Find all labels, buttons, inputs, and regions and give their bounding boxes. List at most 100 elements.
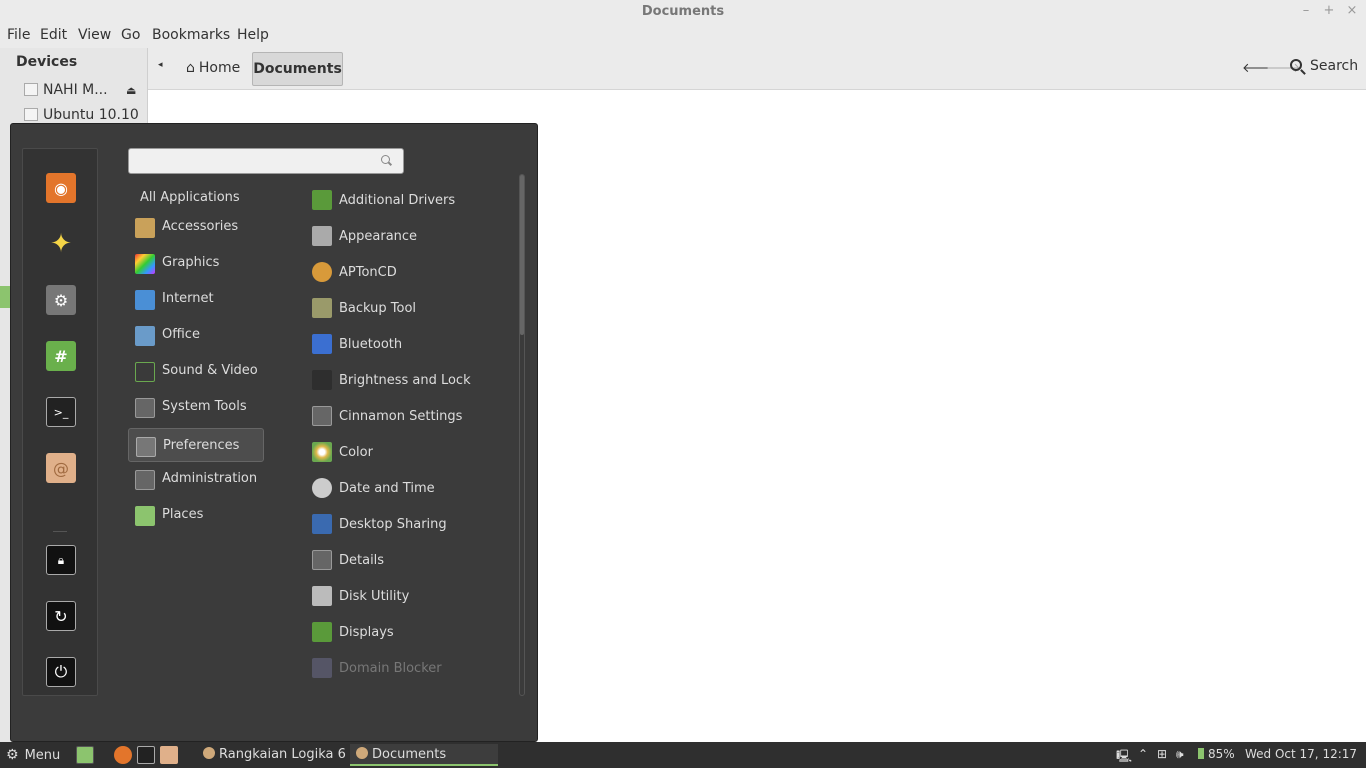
category-system-tools[interactable]: System Tools xyxy=(128,390,264,424)
sidebar-item-device-2[interactable]: Ubuntu 10.10 xyxy=(24,107,139,123)
drive-icon xyxy=(24,108,38,121)
volume-icon[interactable]: 🕪 xyxy=(1176,747,1184,762)
menu-view[interactable]: View xyxy=(78,27,111,43)
app-color[interactable]: Color xyxy=(310,439,510,467)
minimize-button[interactable]: – xyxy=(1298,3,1314,19)
window-title: Documents xyxy=(641,4,725,19)
system-tools-icon xyxy=(135,398,155,418)
menu-button-label: Menu xyxy=(24,748,61,763)
app-disk-utility[interactable]: Disk Utility xyxy=(310,583,510,611)
scrollbar-thumb[interactable] xyxy=(520,175,524,335)
workspace-icon[interactable]: 🖳 xyxy=(1116,747,1132,768)
appearance-icon xyxy=(312,226,332,246)
category-internet[interactable]: Internet xyxy=(128,282,264,316)
system-settings-icon[interactable]: ⚙ xyxy=(46,285,76,315)
app-cinnamon-settings[interactable]: Cinnamon Settings xyxy=(310,403,510,431)
breadcrumb-documents[interactable]: Documents xyxy=(252,52,343,86)
show-desktop-icon[interactable] xyxy=(76,746,94,764)
network-icon[interactable]: ⊞ xyxy=(1157,747,1167,761)
drivers-icon xyxy=(312,190,332,210)
sidebar-section-devices: Devices xyxy=(16,54,78,70)
accessories-icon xyxy=(135,218,155,238)
menu-search-input[interactable] xyxy=(135,152,365,170)
app-details[interactable]: Details xyxy=(310,547,510,575)
app-appearance[interactable]: Appearance xyxy=(310,223,510,251)
color-icon xyxy=(312,442,332,462)
menubar: File Edit View Go Bookmarks Help xyxy=(0,24,1366,48)
category-graphics[interactable]: Graphics xyxy=(128,246,264,280)
task-label: Documents xyxy=(372,747,447,762)
category-all-applications[interactable]: All Applications xyxy=(140,190,240,205)
chevron-up-icon[interactable]: ⌃ xyxy=(1138,747,1148,761)
breadcrumb-back-arrow-icon[interactable]: ◂ xyxy=(158,60,163,70)
app-label: Domain Blocker xyxy=(339,661,442,676)
eject-icon[interactable]: ⏏ xyxy=(126,84,136,97)
firefox-icon[interactable]: ◉ xyxy=(46,173,76,203)
category-label: Administration xyxy=(162,471,258,486)
shell-icon[interactable]: @ xyxy=(46,453,76,483)
category-accessories[interactable]: Accessories xyxy=(128,210,264,244)
app-label: Color xyxy=(339,445,373,460)
close-button[interactable]: × xyxy=(1344,3,1360,19)
menu-edit[interactable]: Edit xyxy=(40,27,67,43)
power-icon[interactable]: ⏻ xyxy=(46,657,76,687)
category-administration[interactable]: Administration xyxy=(128,462,264,496)
app-label: APTonCD xyxy=(339,265,397,280)
window-titlebar: Documents – + × xyxy=(0,0,1366,24)
search-button[interactable]: Search xyxy=(1290,58,1358,74)
chat-icon[interactable]: # xyxy=(46,341,76,371)
category-label: Accessories xyxy=(162,219,239,234)
menu-bookmarks[interactable]: Bookmarks xyxy=(152,27,230,43)
category-label: Internet xyxy=(162,291,214,306)
app-label: Appearance xyxy=(339,229,418,244)
category-preferences[interactable]: Preferences xyxy=(128,428,264,462)
category-label: Office xyxy=(162,327,200,342)
app-label: Cinnamon Settings xyxy=(339,409,463,424)
bluetooth-icon xyxy=(312,334,332,354)
app-desktop-sharing[interactable]: Desktop Sharing xyxy=(310,511,510,539)
terminal-icon[interactable] xyxy=(137,746,155,764)
menu-file[interactable]: File xyxy=(7,27,30,43)
app-date-time[interactable]: Date and Time xyxy=(310,475,510,503)
app-brightness-lock[interactable]: Brightness and Lock xyxy=(310,367,510,395)
search-icon xyxy=(381,155,390,164)
backup-icon xyxy=(312,298,332,318)
menu-go[interactable]: Go xyxy=(121,27,140,43)
category-office[interactable]: Office xyxy=(128,318,264,352)
cinnamon-settings-icon xyxy=(312,406,332,426)
terminal-icon[interactable]: >_ xyxy=(46,397,76,427)
app-domain-blocker[interactable]: Domain Blocker xyxy=(310,655,510,683)
star-icon[interactable]: ✦ xyxy=(46,229,76,259)
sidebar-item-device-1[interactable]: NAHI M... xyxy=(24,82,108,98)
app-bluetooth[interactable]: Bluetooth xyxy=(310,331,510,359)
app-aptoncd[interactable]: APTonCD xyxy=(310,259,510,287)
menu-help[interactable]: Help xyxy=(237,27,269,43)
category-sound-video[interactable]: Sound & Video xyxy=(128,354,264,388)
category-places[interactable]: Places xyxy=(128,498,264,532)
breadcrumb-home-label: Home xyxy=(198,60,241,76)
display-icon xyxy=(312,622,332,642)
lock-icon[interactable]: 🔒︎ xyxy=(46,545,76,575)
app-backup-tool[interactable]: Backup Tool xyxy=(310,295,510,323)
disk-icon xyxy=(312,586,332,606)
gear-icon: ⚙ xyxy=(6,747,19,763)
task-documents[interactable]: Documents xyxy=(350,744,498,766)
internet-icon xyxy=(135,290,155,310)
favorites-panel: ◉ ✦ ⚙ # >_ @ 🔒︎ ↻ ⏻ xyxy=(22,148,98,696)
logout-icon[interactable]: ↻ xyxy=(46,601,76,631)
shell-icon[interactable] xyxy=(160,746,178,764)
firefox-icon[interactable] xyxy=(114,746,132,764)
drive-icon xyxy=(24,83,38,96)
breadcrumb-home[interactable]: ⌂ Home xyxy=(182,52,244,86)
app-list-scrollbar[interactable] xyxy=(519,174,525,696)
maximize-button[interactable]: + xyxy=(1321,3,1337,19)
app-additional-drivers[interactable]: Additional Drivers xyxy=(310,187,510,215)
app-displays[interactable]: Displays xyxy=(310,619,510,647)
lock-icon xyxy=(312,370,332,390)
menu-search-field[interactable] xyxy=(128,148,404,174)
battery-indicator[interactable]: 85% xyxy=(1198,747,1235,761)
device-label: Ubuntu 10.10 xyxy=(43,107,139,123)
task-rangkaian-logika[interactable]: Rangkaian Logika 6 xyxy=(197,744,352,766)
clock[interactable]: Wed Oct 17, 12:17 xyxy=(1245,747,1357,761)
menu-button[interactable]: ⚙ Menu xyxy=(6,747,60,763)
